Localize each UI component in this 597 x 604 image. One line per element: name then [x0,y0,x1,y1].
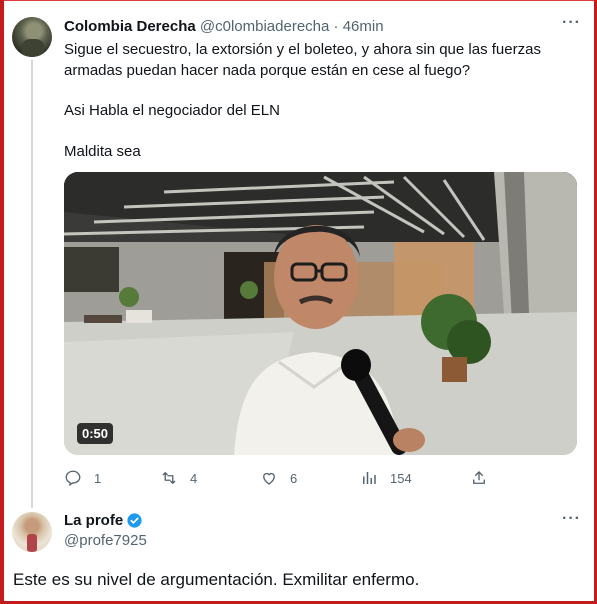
tweet-text-line-4: Maldita sea [64,143,141,160]
views-count: 154 [390,470,412,486]
reply-count: 1 [94,470,102,486]
verified-badge-icon [127,513,142,528]
video-duration-badge: 0:50 [77,423,114,444]
thread-connector-line [31,60,33,508]
views-button[interactable]: 154 [360,469,412,487]
tweet-time[interactable]: 46min [343,18,384,35]
like-count: 6 [290,470,298,486]
more-icon[interactable]: ··· [562,510,581,528]
author-handle[interactable]: @c0lombiaderecha [200,18,329,35]
reply-icon [65,470,81,487]
reply-author-handle[interactable]: @profe7925 [64,532,147,549]
share-button[interactable] [470,469,500,487]
like-icon [263,472,275,485]
tweet-text-line-2: armadas puedan hacer nada porque están e… [64,62,471,79]
share-icon [473,471,485,484]
reply-author-name-row: La profe [64,512,143,529]
retweet-icon [162,472,176,484]
retweet-button[interactable]: 4 [160,469,197,487]
video-frame-image [64,172,577,455]
tweet-text-line-3: Asi Habla el negociador del ELN [64,102,280,119]
reply-button[interactable]: 1 [64,469,101,487]
reply-author-avatar[interactable] [12,512,52,552]
views-icon [363,472,376,484]
header-separator: · [333,18,339,35]
author-avatar[interactable] [12,17,52,57]
like-button[interactable]: 6 [260,469,297,487]
author-name[interactable]: Colombia Derecha [64,18,196,35]
reply-text: Este es su nivel de argumentación. Exmil… [13,570,420,589]
video-player[interactable]: 0:50 [64,172,577,455]
tweet-action-bar: 1 4 6 154 [64,469,564,489]
reply-author-name[interactable]: La profe [64,512,123,529]
retweet-count: 4 [190,470,198,486]
tweet-text-line-1: Sigue el secuestro, la extorsión y el bo… [64,41,541,58]
tweet-header: Colombia Derecha @c0lombiaderecha · 46mi… [64,18,384,35]
more-icon[interactable]: ··· [562,14,581,32]
window-frame-left [0,0,4,604]
window-frame-top [0,0,597,1]
